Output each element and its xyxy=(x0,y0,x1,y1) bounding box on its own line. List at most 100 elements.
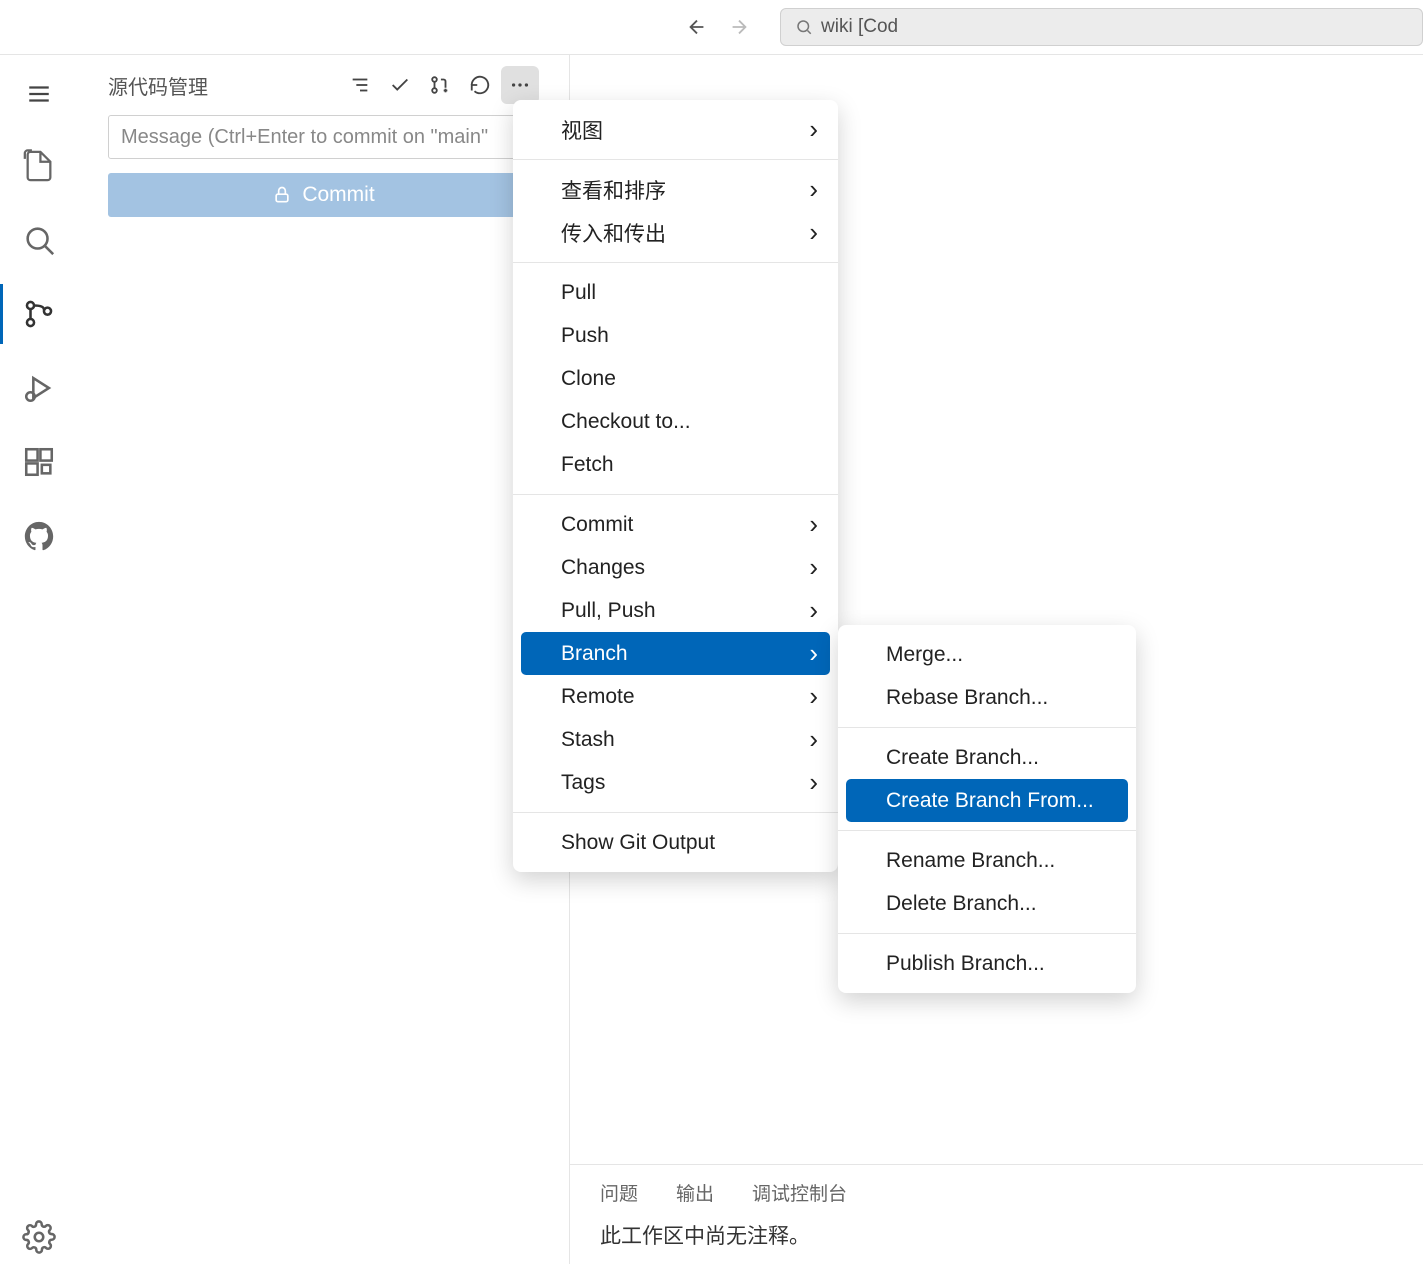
activity-explorer[interactable] xyxy=(0,132,78,200)
menu-item-label: Show Git Output xyxy=(561,831,715,855)
panel-tab-debug-console[interactable]: 调试控制台 xyxy=(752,1179,847,1206)
extensions-icon xyxy=(22,445,56,479)
chevron-right-icon: › xyxy=(809,217,818,248)
menu-item[interactable]: Remote › xyxy=(513,675,838,718)
menu-item[interactable]: Show Git Output xyxy=(513,821,838,864)
menu-item[interactable]: Delete Branch... xyxy=(838,882,1136,925)
activity-bar xyxy=(0,55,78,1264)
check-icon xyxy=(389,74,411,96)
search-icon xyxy=(795,18,813,36)
commit-message-input[interactable]: Message (Ctrl+Enter to commit on "main" xyxy=(108,115,539,159)
files-icon xyxy=(22,149,56,183)
commit-placeholder: Message (Ctrl+Enter to commit on "main" xyxy=(121,126,488,149)
panel-tab-output[interactable]: 输出 xyxy=(676,1179,714,1206)
menu-item-label: Changes xyxy=(561,556,645,580)
view-as-tree-button[interactable] xyxy=(341,66,379,104)
more-actions-button[interactable] xyxy=(501,66,539,104)
source-control-icon xyxy=(22,297,56,331)
chevron-right-icon: › xyxy=(809,681,818,712)
command-center-search[interactable]: wiki [Cod xyxy=(780,8,1423,46)
menu-separator xyxy=(513,262,838,263)
activity-extensions[interactable] xyxy=(0,428,78,496)
menu-item-label: Create Branch From... xyxy=(886,789,1094,813)
menu-item[interactable]: Checkout to... xyxy=(513,400,838,443)
menu-item-label: 传入和传出 xyxy=(561,218,666,248)
menu-separator xyxy=(513,159,838,160)
commit-button-label: Commit xyxy=(302,183,374,207)
search-icon xyxy=(22,223,56,257)
activity-settings[interactable] xyxy=(0,1220,78,1254)
menu-item[interactable]: Clone xyxy=(513,357,838,400)
nav-forward-button[interactable] xyxy=(722,10,756,44)
menu-item[interactable]: Push xyxy=(513,314,838,357)
menu-item-label: Commit xyxy=(561,513,633,537)
menu-item-label: Rename Branch... xyxy=(886,849,1055,873)
panel-tabs: 问题 输出 调试控制台 xyxy=(600,1179,1393,1206)
titlebar: wiki [Cod xyxy=(0,0,1423,55)
menu-item[interactable]: Pull xyxy=(513,271,838,314)
refresh-button[interactable] xyxy=(461,66,499,104)
search-text: wiki [Cod xyxy=(821,16,898,38)
menu-item-label: Checkout to... xyxy=(561,410,691,434)
menu-item-label: Clone xyxy=(561,367,616,391)
menu-item-label: 视图 xyxy=(561,115,603,145)
chevron-right-icon: › xyxy=(809,509,818,540)
menu-item[interactable]: Rename Branch... xyxy=(838,839,1136,882)
menu-item-label: Pull, Push xyxy=(561,599,656,623)
panel-tab-problems[interactable]: 问题 xyxy=(600,1179,638,1206)
nav-arrows xyxy=(680,10,756,44)
menu-separator xyxy=(838,727,1136,728)
chevron-right-icon: › xyxy=(809,174,818,205)
menu-item[interactable]: Rebase Branch... xyxy=(838,676,1136,719)
menu-item-label: Pull xyxy=(561,281,596,305)
menu-item[interactable]: Create Branch From... xyxy=(846,779,1128,822)
menu-item[interactable]: Stash› xyxy=(513,718,838,761)
scm-actions xyxy=(341,66,539,104)
create-pr-button[interactable] xyxy=(421,66,459,104)
menu-separator xyxy=(838,830,1136,831)
activity-search[interactable] xyxy=(0,206,78,274)
gear-icon xyxy=(22,1220,56,1254)
menu-separator xyxy=(513,812,838,813)
activity-github[interactable] xyxy=(0,502,78,570)
activity-scm[interactable] xyxy=(0,280,78,348)
nav-back-button[interactable] xyxy=(680,10,714,44)
menu-item-label: Rebase Branch... xyxy=(886,686,1048,710)
menu-item-label: Publish Branch... xyxy=(886,952,1045,976)
menu-item[interactable]: Commit › xyxy=(513,503,838,546)
menu-item-label: Branch xyxy=(561,642,628,666)
scm-more-menu: 视图›查看和排序›传入和传出›PullPushCloneCheckout to.… xyxy=(513,100,838,872)
menu-item[interactable]: Create Branch... xyxy=(838,736,1136,779)
menu-item[interactable]: Tags› xyxy=(513,761,838,804)
menu-item[interactable]: 传入和传出 › xyxy=(513,211,838,254)
git-pull-request-icon xyxy=(429,74,451,96)
menu-item[interactable]: Merge... xyxy=(838,633,1136,676)
chevron-right-icon: › xyxy=(809,595,818,626)
debug-icon xyxy=(22,371,56,405)
chevron-right-icon: › xyxy=(809,114,818,145)
menu-item[interactable]: 查看和排序› xyxy=(513,168,838,211)
menu-item-label: Remote xyxy=(561,685,635,709)
activity-run-debug[interactable] xyxy=(0,354,78,422)
lock-icon xyxy=(272,185,292,205)
menu-button[interactable] xyxy=(15,70,63,118)
chevron-right-icon: › xyxy=(809,767,818,798)
commit-action-button[interactable] xyxy=(381,66,419,104)
scm-sidebar: 源代码管理 Message (Ctrl+Enter to commit on "… xyxy=(78,55,570,1264)
menu-item-label: Merge... xyxy=(886,643,963,667)
menu-item[interactable]: Changes› xyxy=(513,546,838,589)
menu-item[interactable]: Pull, Push › xyxy=(513,589,838,632)
menu-item[interactable]: 视图 › xyxy=(513,108,838,151)
scm-header: 源代码管理 xyxy=(78,55,569,115)
commit-button[interactable]: Commit xyxy=(108,173,539,217)
menu-item-label: Fetch xyxy=(561,453,614,477)
menu-item[interactable]: Branch› xyxy=(521,632,830,675)
menu-item[interactable]: Fetch xyxy=(513,443,838,486)
refresh-icon xyxy=(469,74,491,96)
ellipsis-icon xyxy=(509,74,531,96)
menu-separator xyxy=(838,933,1136,934)
github-icon xyxy=(22,519,56,553)
menu-item[interactable]: Publish Branch... xyxy=(838,942,1136,985)
menu-item-label: Create Branch... xyxy=(886,746,1039,770)
branch-submenu: Merge... Rebase Branch... Create Branch...… xyxy=(838,625,1136,993)
